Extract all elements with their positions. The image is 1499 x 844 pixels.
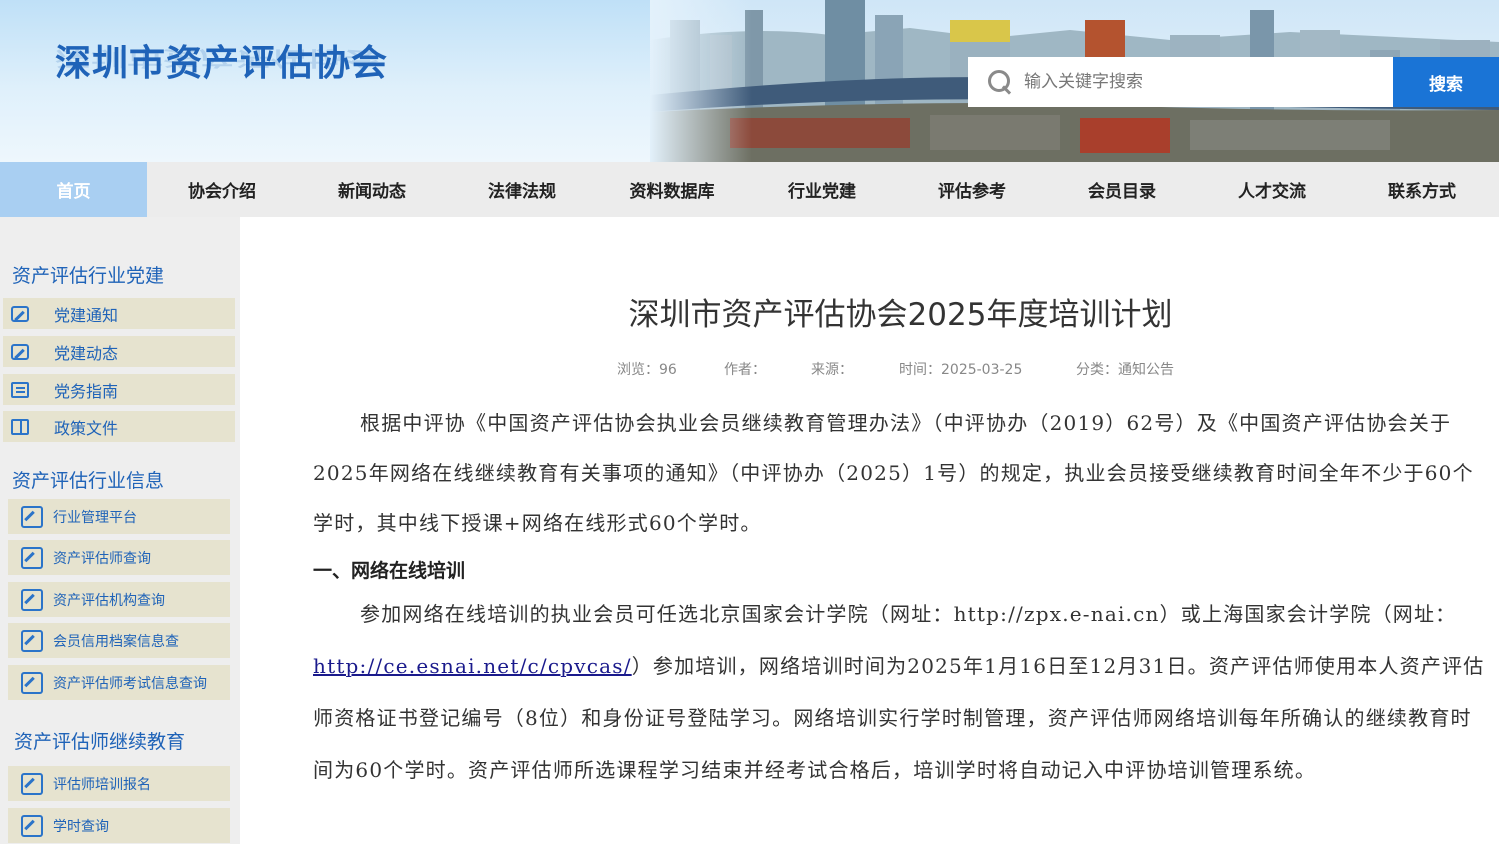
edit-icon — [21, 671, 43, 694]
search-input[interactable] — [1024, 72, 1384, 92]
edit-icon — [21, 588, 43, 611]
nav-item-talent[interactable]: 人才交流 — [1197, 162, 1347, 217]
nav-item-reference[interactable]: 评估参考 — [897, 162, 1047, 217]
section-heading-online-training: 一、网络在线培训 — [313, 560, 466, 582]
edit-icon — [11, 343, 29, 360]
sidebar-item-hours-search[interactable]: 学时查询 — [8, 808, 230, 843]
page-title: 深圳市资产评估协会2025年度培训计划 — [628, 297, 1173, 333]
sidebar-item-label: 党务指南 — [54, 381, 119, 401]
sidebar-item-appraiser-search[interactable]: 资产评估师查询 — [8, 540, 230, 575]
nav-item-laws[interactable]: 法律法规 — [447, 162, 597, 217]
paragraph-intro: 根据中评协《中国资产评估协会执业会员继续教育管理办法》（中评协办（2019）62… — [313, 411, 1474, 535]
sidebar-item-label: 政策文件 — [54, 418, 119, 438]
sidebar-item-label: 行业管理平台 — [53, 509, 137, 526]
sidebar-item-credit-records[interactable]: 会员信用档案信息查 — [8, 623, 230, 658]
main-nav: 首页 协会介绍 新闻动态 法律法规 资料数据库 行业党建 评估参考 会员目录 人… — [0, 162, 1499, 217]
meta-time: 时间：2025-03-25 — [899, 362, 1023, 378]
sidebar-item-label: 评估师培训报名 — [53, 776, 151, 793]
meta-source: 来源： — [811, 362, 853, 378]
nav-item-database[interactable]: 资料数据库 — [597, 162, 747, 217]
sidebar-item-training-signup[interactable]: 评估师培训报名 — [8, 766, 230, 801]
sidebar-item-label: 资产评估机构查询 — [53, 592, 165, 609]
header-banner: 深圳市资产评估协会 深圳市资产评估协会 输入关键字搜索 搜索 — [0, 0, 1499, 162]
search-box — [968, 57, 1393, 107]
sidebar-heading-party: 资产评估行业党建 — [12, 265, 165, 287]
search-button[interactable]: 搜索 — [1393, 57, 1499, 107]
paragraph-text: 参加网络在线培训的执业会员可任选北京国家会计学院（网址：http://zpx.e… — [360, 602, 1457, 626]
sidebar-item-label: 会员信用档案信息查 — [53, 633, 179, 650]
training-link[interactable]: http://ce.esnai.net/c/cpvcas/ — [313, 654, 632, 678]
sidebar-heading-education: 资产评估师继续教育 — [14, 731, 186, 753]
sidebar-item-label: 资产评估师考试信息查询 — [53, 675, 207, 692]
nav-item-party[interactable]: 行业党建 — [747, 162, 897, 217]
paragraph-online-training: 参加网络在线培训的执业会员可任选北京国家会计学院（网址：http://zpx.e… — [313, 588, 1488, 796]
edit-icon — [21, 546, 43, 569]
meta-author: 作者： — [724, 362, 766, 378]
sidebar-item-agency-search[interactable]: 资产评估机构查询 — [8, 582, 230, 617]
sidebar-item-policy[interactable]: 政策文件 — [3, 411, 235, 442]
search-icon — [986, 68, 1014, 96]
sidebar-item-management-platform[interactable]: 行业管理平台 — [8, 499, 230, 534]
edit-icon — [21, 814, 43, 837]
edit-icon — [11, 305, 29, 322]
meta-category: 分类：通知公告 — [1076, 362, 1174, 378]
sidebar-item-label: 学时查询 — [53, 818, 109, 835]
site-logo-reflection: 深圳市资产评估协会 — [55, 46, 380, 70]
main-content: 资产评估行业党建 党建通知 党建动态 党务指南 政策文件 资产评估行业信息 行业… — [0, 217, 1499, 844]
sidebar: 资产评估行业党建 党建通知 党建动态 党务指南 政策文件 资产评估行业信息 行业… — [0, 217, 240, 844]
edit-icon — [21, 629, 43, 652]
sidebar-item-label: 党建通知 — [54, 305, 119, 325]
nav-item-home[interactable]: 首页 — [0, 162, 147, 217]
edit-icon — [21, 505, 43, 528]
sidebar-item-exam-search[interactable]: 资产评估师考试信息查询 — [8, 665, 230, 700]
sidebar-item-label: 资产评估师查询 — [53, 550, 151, 567]
sidebar-item-party-notice[interactable]: 党建通知 — [3, 298, 235, 329]
edit-icon — [21, 772, 43, 795]
sidebar-item-party-news[interactable]: 党建动态 — [3, 336, 235, 367]
nav-item-members[interactable]: 会员目录 — [1047, 162, 1197, 217]
sidebar-item-label: 党建动态 — [54, 343, 119, 363]
document-icon — [11, 381, 29, 398]
book-icon — [11, 418, 29, 435]
sidebar-heading-info: 资产评估行业信息 — [12, 470, 165, 492]
meta-views: 浏览：96 — [617, 362, 677, 378]
nav-item-contact[interactable]: 联系方式 — [1347, 162, 1497, 217]
nav-item-news[interactable]: 新闻动态 — [297, 162, 447, 217]
nav-item-about[interactable]: 协会介绍 — [147, 162, 297, 217]
sidebar-item-party-guide[interactable]: 党务指南 — [3, 374, 235, 405]
